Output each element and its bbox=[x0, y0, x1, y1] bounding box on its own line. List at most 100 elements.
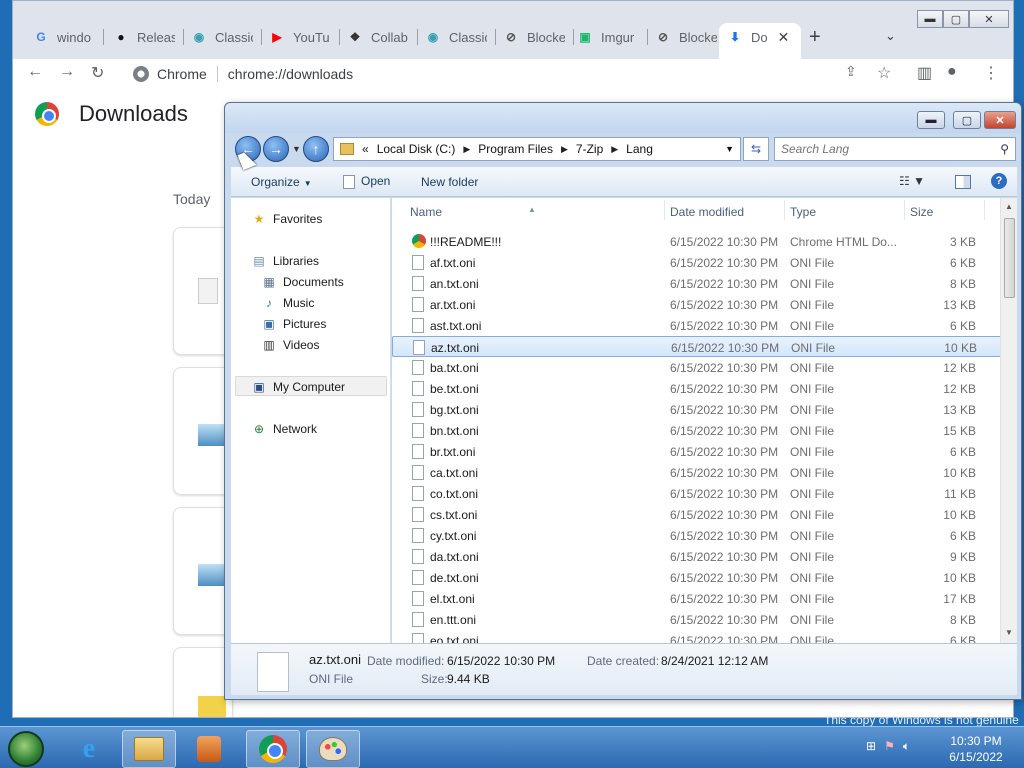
taskbar-explorer[interactable] bbox=[122, 730, 176, 768]
close-tab-icon[interactable]: ✕ bbox=[778, 29, 790, 46]
tab-collab[interactable]: ❖ Collab bbox=[339, 23, 417, 51]
file-row[interactable]: cy.txt.oni 6/15/2022 10:30 PM ONI File 6 KB bbox=[392, 525, 1002, 546]
search-box[interactable]: ⚲ bbox=[774, 137, 1016, 161]
volume-icon[interactable]: 🔈︎ bbox=[903, 739, 910, 754]
taskbar-media-player[interactable] bbox=[182, 730, 236, 768]
forward-button[interactable]: → bbox=[263, 136, 289, 162]
help-icon[interactable]: ? bbox=[991, 173, 1007, 189]
close-window-button[interactable]: ✕ bbox=[969, 10, 1009, 28]
file-row[interactable]: bn.txt.oni 6/15/2022 10:30 PM ONI File 15 K… bbox=[392, 420, 1002, 441]
maximize-button[interactable]: ▢ bbox=[943, 10, 969, 28]
back-icon[interactable]: ← bbox=[27, 63, 43, 81]
chevron-right-icon[interactable]: ▶ bbox=[611, 144, 618, 155]
tab-downloads[interactable]: ⬇ Do ✕ bbox=[719, 23, 801, 59]
reload-icon[interactable]: ↻ bbox=[91, 63, 104, 83]
file-row[interactable]: da.txt.oni 6/15/2022 10:30 PM ONI File 9 KB bbox=[392, 546, 1002, 567]
taskbar-chrome[interactable] bbox=[246, 730, 300, 768]
new-folder-button[interactable]: New folder bbox=[421, 175, 478, 189]
maximize-button[interactable]: ▢ bbox=[953, 111, 981, 129]
nav-music[interactable]: ♪ Music bbox=[261, 296, 314, 310]
file-row[interactable]: an.txt.oni 6/15/2022 10:30 PM ONI File 8 KB bbox=[392, 273, 1002, 294]
file-row[interactable]: eo.txt.oni 6/15/2022 10:30 PM ONI File 6 KB bbox=[392, 630, 1002, 643]
close-button[interactable]: ✕ bbox=[984, 111, 1016, 129]
side-panel-icon[interactable]: ▥ bbox=[917, 63, 932, 83]
column-name[interactable]: Name bbox=[410, 205, 442, 219]
search-input[interactable] bbox=[775, 142, 985, 156]
tab-youtube[interactable]: ▶ YouTu bbox=[261, 23, 339, 51]
clock[interactable]: 10:30 PM 6/15/2022 bbox=[936, 733, 1016, 765]
start-button[interactable] bbox=[8, 731, 44, 767]
file-row[interactable]: co.txt.oni 6/15/2022 10:30 PM ONI File 11 K… bbox=[392, 483, 1002, 504]
up-button[interactable]: ↑ bbox=[303, 136, 329, 162]
action-center-flag-icon[interactable]: ⚑ bbox=[884, 739, 895, 754]
address-bar[interactable]: Chrome chrome://downloads bbox=[125, 59, 925, 89]
tab-blocked-1[interactable]: ⊘ Blocke bbox=[495, 23, 573, 51]
file-type: ONI File bbox=[790, 445, 835, 459]
address-breadcrumb[interactable]: « Local Disk (C:) ▶ Program Files ▶ 7-Zi… bbox=[333, 137, 741, 161]
organize-button[interactable]: Organize ▼ bbox=[251, 175, 312, 189]
nav-favorites[interactable]: ★ Favorites bbox=[251, 212, 323, 226]
file-row[interactable]: ast.txt.oni 6/15/2022 10:30 PM ONI File 6 K… bbox=[392, 315, 1002, 336]
forward-icon[interactable]: → bbox=[59, 63, 75, 81]
refresh-icon[interactable]: ⇆ bbox=[743, 137, 769, 161]
new-tab-button[interactable]: + bbox=[809, 26, 821, 49]
file-row[interactable]: be.txt.oni 6/15/2022 10:30 PM ONI File 12 K… bbox=[392, 378, 1002, 399]
chevron-right-icon[interactable]: ▶ bbox=[561, 144, 568, 155]
tab-google[interactable]: G windo bbox=[25, 23, 103, 51]
nav-pictures[interactable]: ▣ Pictures bbox=[261, 317, 326, 331]
preview-pane-icon[interactable] bbox=[955, 175, 971, 189]
bookmark-star-icon[interactable]: ☆ bbox=[877, 63, 891, 83]
tab-github[interactable]: ● Releas bbox=[105, 23, 183, 51]
explorer-window: ▬ ▢ ✕ ← → ▼ ↑ « Local Disk (C:) ▶ Progra… bbox=[224, 102, 1022, 700]
file-row[interactable]: de.txt.oni 6/15/2022 10:30 PM ONI File 10 K… bbox=[392, 567, 1002, 588]
file-row[interactable]: cs.txt.oni 6/15/2022 10:30 PM ONI File 10 K… bbox=[392, 504, 1002, 525]
crumb-local-disk[interactable]: Local Disk (C:) bbox=[377, 142, 456, 156]
chevron-right-icon[interactable]: ▶ bbox=[463, 144, 470, 155]
minimize-button[interactable]: ▬ bbox=[917, 111, 945, 129]
open-button[interactable]: Open bbox=[343, 174, 390, 189]
file-type: ONI File bbox=[790, 592, 835, 606]
tab-imgur[interactable]: ▣ Imgur bbox=[569, 23, 647, 51]
column-type[interactable]: Type bbox=[790, 205, 816, 219]
nav-documents[interactable]: ▦ Documents bbox=[261, 275, 343, 289]
tab-search-chevron-icon[interactable]: ⌄ bbox=[885, 28, 896, 44]
tab-classic-1[interactable]: ◉ Classic bbox=[183, 23, 261, 51]
file-row[interactable]: ar.txt.oni 6/15/2022 10:30 PM ONI File 13 K… bbox=[392, 294, 1002, 315]
tab-classic-2[interactable]: ◉ Classic bbox=[417, 23, 495, 51]
column-size[interactable]: Size bbox=[910, 205, 933, 219]
nav-videos[interactable]: ▥ Videos bbox=[261, 338, 319, 352]
crumb-lang[interactable]: Lang bbox=[626, 142, 653, 156]
chevron-down-icon[interactable]: ▼ bbox=[725, 144, 734, 154]
nav-my-computer[interactable]: ▣ My Computer bbox=[251, 380, 345, 394]
file-row[interactable]: br.txt.oni 6/15/2022 10:30 PM ONI File 6 KB bbox=[392, 441, 1002, 462]
scrollbar-thumb[interactable] bbox=[1004, 218, 1015, 298]
file-row[interactable]: af.txt.oni 6/15/2022 10:30 PM ONI File 6 KB bbox=[392, 252, 1002, 273]
profile-avatar[interactable]: ● bbox=[947, 63, 957, 81]
crumb-7zip[interactable]: 7-Zip bbox=[576, 142, 603, 156]
file-row[interactable]: el.txt.oni 6/15/2022 10:30 PM ONI File 17 K… bbox=[392, 588, 1002, 609]
file-row[interactable]: bg.txt.oni 6/15/2022 10:30 PM ONI File 13 K… bbox=[392, 399, 1002, 420]
nav-network[interactable]: ⊕ Network bbox=[251, 422, 317, 436]
menu-kebab-icon[interactable]: ⋮ bbox=[983, 63, 999, 83]
nav-libraries[interactable]: ▤ Libraries bbox=[251, 254, 319, 268]
vertical-scrollbar[interactable]: ▲ ▼ bbox=[1000, 198, 1017, 643]
taskbar-internet-explorer[interactable]: e bbox=[62, 730, 116, 768]
column-date-modified[interactable]: Date modified bbox=[670, 205, 744, 219]
file-row[interactable]: az.txt.oni 6/15/2022 10:30 PM ONI File 10 K… bbox=[392, 336, 1002, 357]
share-icon[interactable]: ⇪ bbox=[845, 63, 857, 80]
recent-pages-chevron-icon[interactable]: ▼ bbox=[292, 144, 301, 154]
tab-blocked-2[interactable]: ⊘ Blocke bbox=[647, 23, 725, 51]
scroll-down-icon[interactable]: ▼ bbox=[1005, 628, 1013, 637]
change-view-button[interactable]: ☷ ▼ bbox=[899, 174, 925, 188]
network-tray-icon[interactable]: ⊞ bbox=[866, 739, 876, 754]
file-row[interactable]: !!!README!!! 6/15/2022 10:30 PM Chrome HTM… bbox=[392, 231, 1002, 252]
file-row[interactable]: ca.txt.oni 6/15/2022 10:30 PM ONI File 10 K… bbox=[392, 462, 1002, 483]
scroll-up-icon[interactable]: ▲ bbox=[1005, 202, 1013, 211]
minimize-button[interactable]: ▬ bbox=[917, 10, 943, 28]
crumb-program-files[interactable]: Program Files bbox=[478, 142, 553, 156]
file-row[interactable]: ba.txt.oni 6/15/2022 10:30 PM ONI File 12 K… bbox=[392, 357, 1002, 378]
document-icon bbox=[343, 174, 355, 189]
file-row[interactable]: en.ttt.oni 6/15/2022 10:30 PM ONI File 8 KB bbox=[392, 609, 1002, 630]
taskbar-paint[interactable] bbox=[306, 730, 360, 768]
search-icon[interactable]: ⚲ bbox=[1000, 142, 1009, 156]
